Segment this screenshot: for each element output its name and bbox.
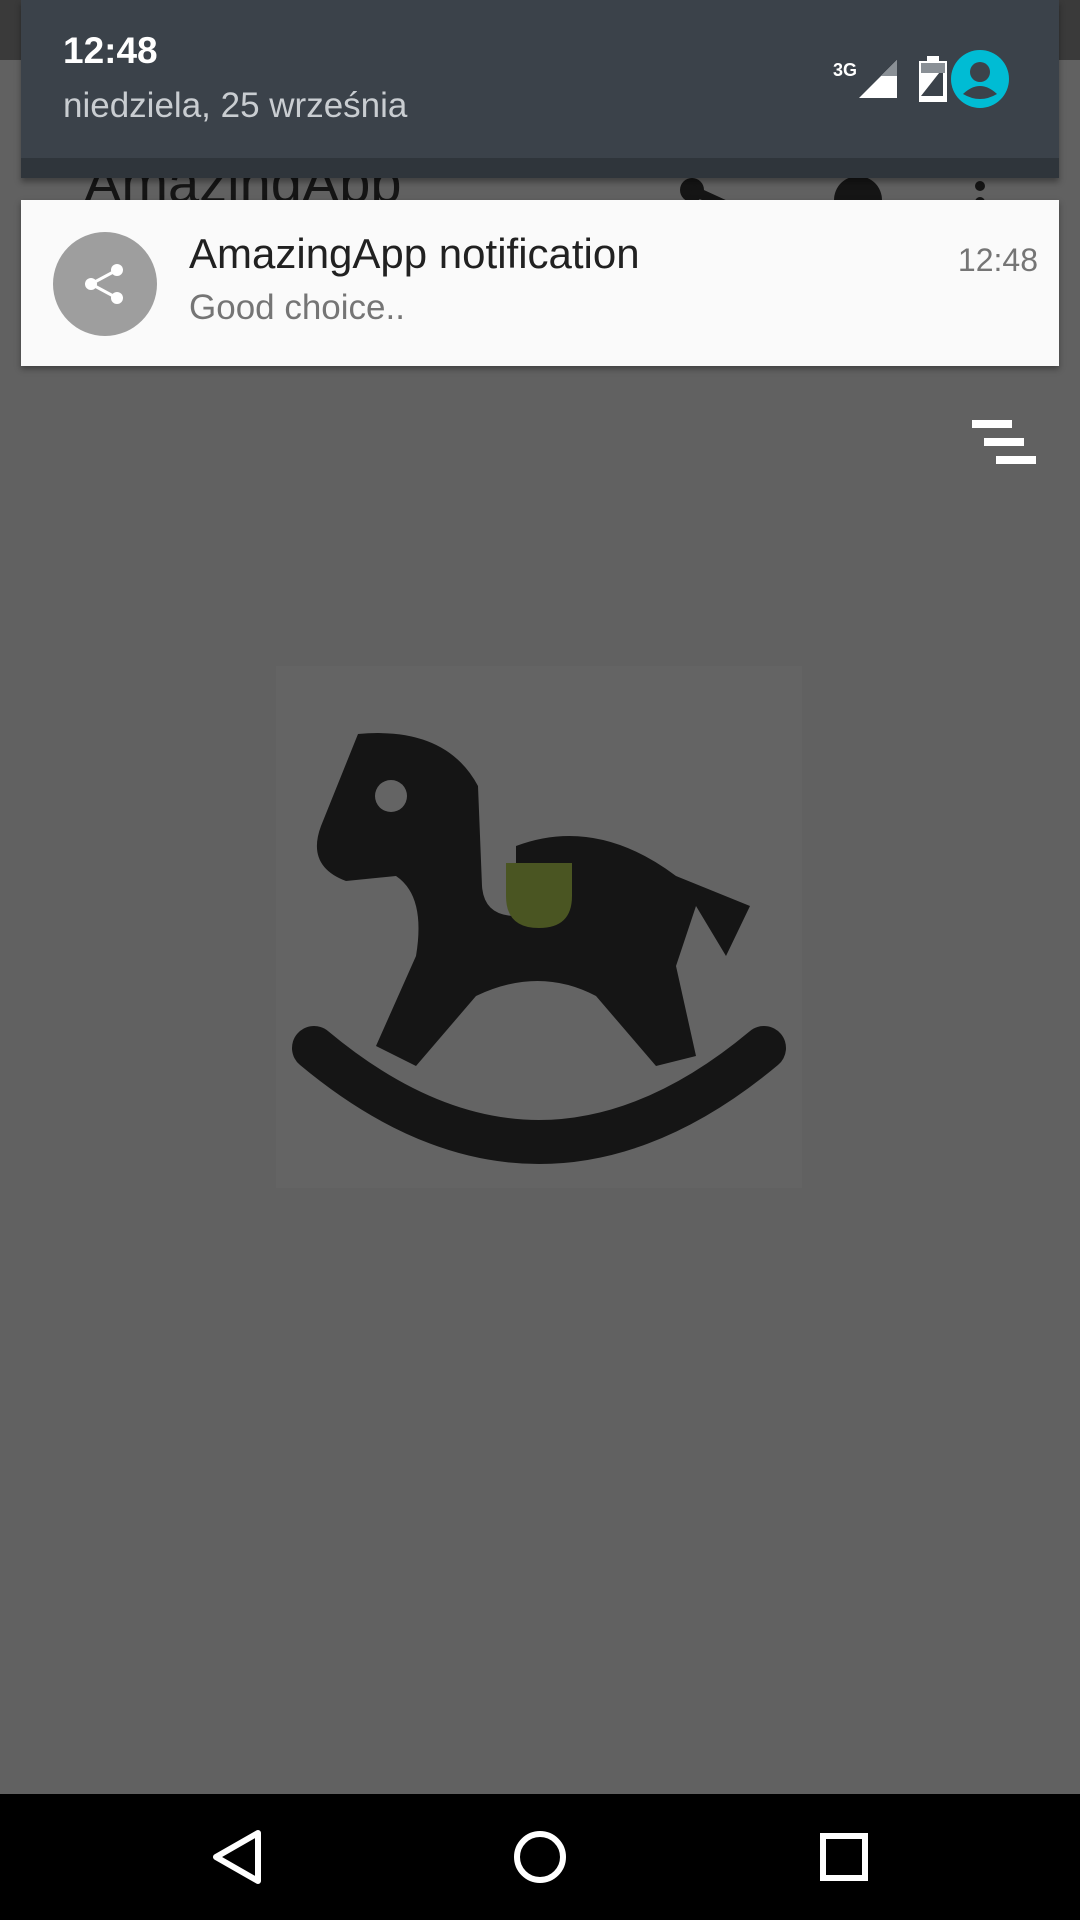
rocking-horse-icon	[292, 733, 786, 1164]
home-icon[interactable]	[510, 1827, 570, 1887]
battery-icon	[917, 56, 949, 102]
shade-divider	[21, 158, 1059, 178]
notification-title: AmazingApp notification	[189, 230, 640, 277]
user-account-icon[interactable]	[951, 50, 1009, 108]
shade-date[interactable]: niedziela, 25 września	[63, 86, 407, 126]
notification-card[interactable]: AmazingApp notification Good choice.. 12…	[21, 200, 1059, 366]
shade-clock: 12:48	[63, 30, 158, 71]
notification-time: 12:48	[957, 242, 1038, 278]
notification-app-icon	[53, 232, 157, 336]
navigation-bar	[0, 1794, 1080, 1920]
share-icon	[85, 264, 123, 304]
back-icon[interactable]	[206, 1827, 266, 1887]
signal-3g-icon: 3G	[831, 56, 899, 102]
menu-lines-icon[interactable]	[972, 418, 1036, 466]
rocking-horse-image	[276, 666, 802, 1188]
notification-text: Good choice..	[189, 288, 405, 327]
recents-icon[interactable]	[814, 1827, 874, 1887]
notification-shade-header: 12:48 niedziela, 25 września 3G	[21, 0, 1059, 178]
svg-text:3G: 3G	[833, 60, 857, 80]
